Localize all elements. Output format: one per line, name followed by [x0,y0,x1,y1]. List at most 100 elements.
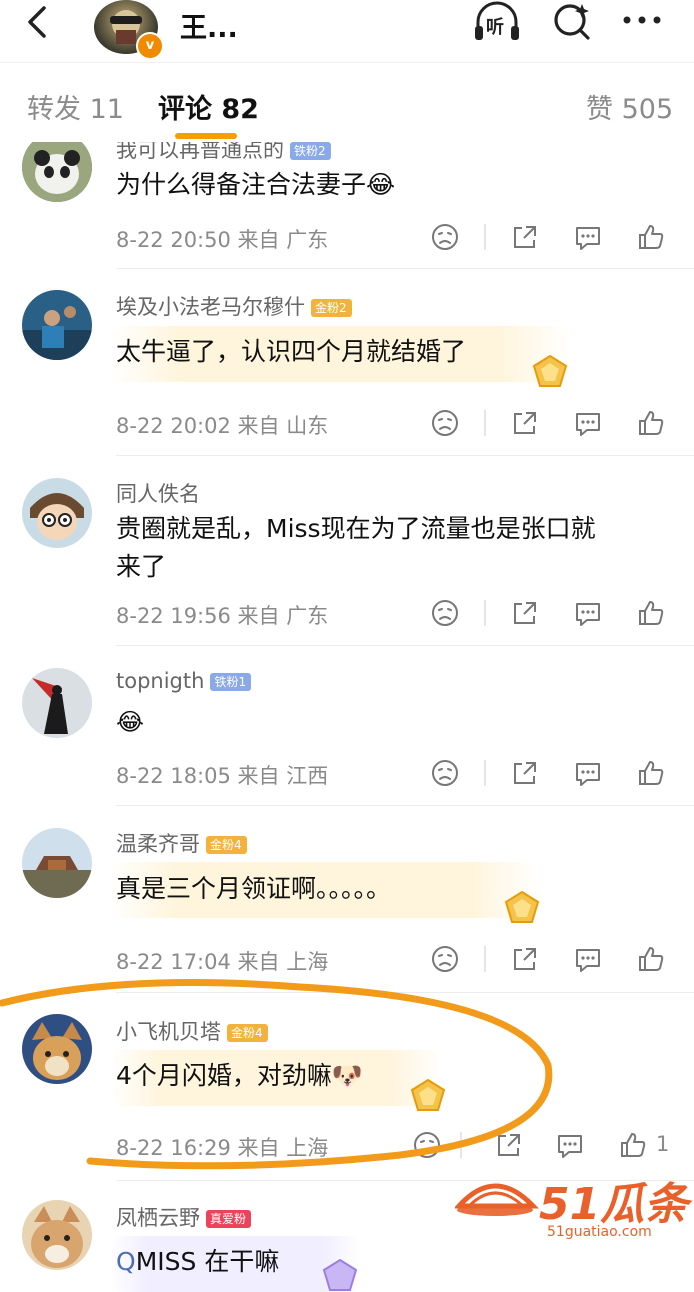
comment-divider [116,268,694,269]
like-icon[interactable] [636,944,666,974]
comment-location: 来自 山东 [237,414,329,438]
listen-icon[interactable]: 听 [472,0,522,44]
share-icon[interactable] [510,222,540,252]
top-bar: v 王... 听 [0,0,694,62]
comment-meta: 8-22 19:56 来自 广东 [116,600,328,630]
user-name[interactable]: 温柔齐哥 金粉4 [116,828,247,858]
dislike-icon[interactable] [430,222,460,252]
comment-time: 8-22 19:56 [116,604,231,628]
share-icon[interactable] [510,944,540,974]
crown-icon [410,1078,446,1111]
user-avatar[interactable] [22,1014,92,1084]
tab-comments-label[interactable]: 评论 82 [158,87,259,126]
comment-location: 来自 广东 [237,228,329,252]
comment-location: 来自 江西 [237,764,329,788]
comment-meta: 8-22 16:29 来自 上海 [116,1132,328,1162]
watermark-logo: 51瓜条 51guatiao.com [453,1166,690,1250]
user-name[interactable]: topnigth 铁粉1 [116,669,252,693]
tab-reposts-label[interactable]: 转发 11 [27,87,124,126]
fan-badge: 铁粉1 [210,673,252,691]
dislike-icon[interactable] [430,598,460,628]
comment-time: 8-22 20:50 [116,228,231,252]
search-keyword-icon[interactable]: Q [116,1247,136,1276]
comment-icon[interactable] [573,598,603,628]
tab-bar-overlay: 转发 11 评论 82 赞 505 [0,62,694,143]
like-icon[interactable] [636,598,666,628]
comment-time: 8-22 20:02 [116,414,231,438]
action-separator [484,224,486,250]
page-title: 王... [180,13,238,44]
like-icon[interactable] [636,408,666,438]
comment-divider [116,455,694,456]
comment-text: 😂 [116,708,145,736]
comment-time: 8-22 17:04 [116,950,231,974]
comment-text-line-2: 来了 [116,552,167,581]
comment-text-line-1: 贵圈就是乱，Miss现在为了流量也是张口就 [116,514,596,543]
comment-divider [116,992,694,993]
comment-meta: 8-22 18:05 来自 江西 [116,760,328,790]
fan-badge: 金粉4 [206,836,247,854]
comment-icon[interactable] [555,1130,585,1160]
user-avatar[interactable] [22,478,92,548]
like-icon[interactable] [618,1130,648,1160]
comment-icon[interactable] [573,408,603,438]
share-icon[interactable] [510,408,540,438]
comment-meta: 8-22 20:50 来自 广东 [116,224,328,254]
crown-icon [322,1258,358,1291]
comment-icon[interactable] [573,758,603,788]
share-icon[interactable] [510,598,540,628]
user-name[interactable]: 埃及小法老马尔穆什 金粉2 [116,291,352,321]
share-icon[interactable] [510,758,540,788]
comment-text: 太牛逼了，认识四个月就结婚了 [116,337,467,366]
user-name[interactable]: 凤栖云野 真爱粉 [116,1202,252,1232]
comment-meta: 8-22 17:04 来自 上海 [116,946,328,976]
like-count: 1 [656,1132,670,1156]
comment-divider [116,805,694,806]
user-avatar[interactable] [22,1200,92,1270]
comment-icon[interactable] [573,222,603,252]
crown-icon [532,354,568,387]
comment-divider [116,645,694,646]
action-separator [460,1132,462,1158]
user-avatar[interactable] [22,668,92,738]
comment-location: 来自 广东 [237,604,329,628]
comment-time: 8-22 18:05 [116,764,231,788]
tab-likes-label[interactable]: 赞 505 [586,87,673,126]
action-separator [484,410,486,436]
fan-badge: 金粉2 [311,299,352,317]
user-name[interactable]: 小飞机贝塔 金粉4 [116,1016,268,1046]
like-icon[interactable] [636,758,666,788]
comment-text: 为什么得备注合法妻子😂 [116,170,396,199]
active-tab-underline [175,133,237,139]
listen-label: 听 [486,17,504,38]
user-avatar[interactable] [22,290,92,360]
fan-badge: 金粉4 [227,1024,268,1042]
comment-time: 8-22 16:29 [116,1136,231,1160]
search-icon[interactable] [548,0,598,44]
like-icon[interactable] [636,222,666,252]
comment-text: 4个月闪婚，对劲嘛🐶 [116,1061,364,1090]
dislike-icon[interactable] [430,408,460,438]
user-name[interactable]: 同人佚名 [116,478,200,508]
watermark-brand: 51瓜条 [539,1179,689,1230]
verified-badge-icon: v [136,32,164,60]
user-avatar[interactable] [22,828,92,898]
comment-icon[interactable] [573,944,603,974]
action-separator [484,760,486,786]
dislike-icon[interactable] [430,944,460,974]
comment-location: 来自 上海 [237,1136,329,1160]
more-icon[interactable] [618,0,668,44]
fan-badge: 真爱粉 [206,1210,252,1228]
watermark-url: 51guatiao.com [547,1224,652,1240]
action-separator [484,946,486,972]
action-separator [484,600,486,626]
comment-meta: 8-22 20:02 来自 山东 [116,410,328,440]
comment-location: 来自 上海 [237,950,329,974]
dislike-icon[interactable] [412,1130,442,1160]
share-icon[interactable] [494,1130,524,1160]
comment-text: QMISS 在干嘛 [116,1247,280,1276]
comment-text: 真是三个月领证啊。。。。。 [116,874,392,903]
back-arrow-icon[interactable] [22,4,54,40]
crown-icon [504,890,540,923]
dislike-icon[interactable] [430,758,460,788]
